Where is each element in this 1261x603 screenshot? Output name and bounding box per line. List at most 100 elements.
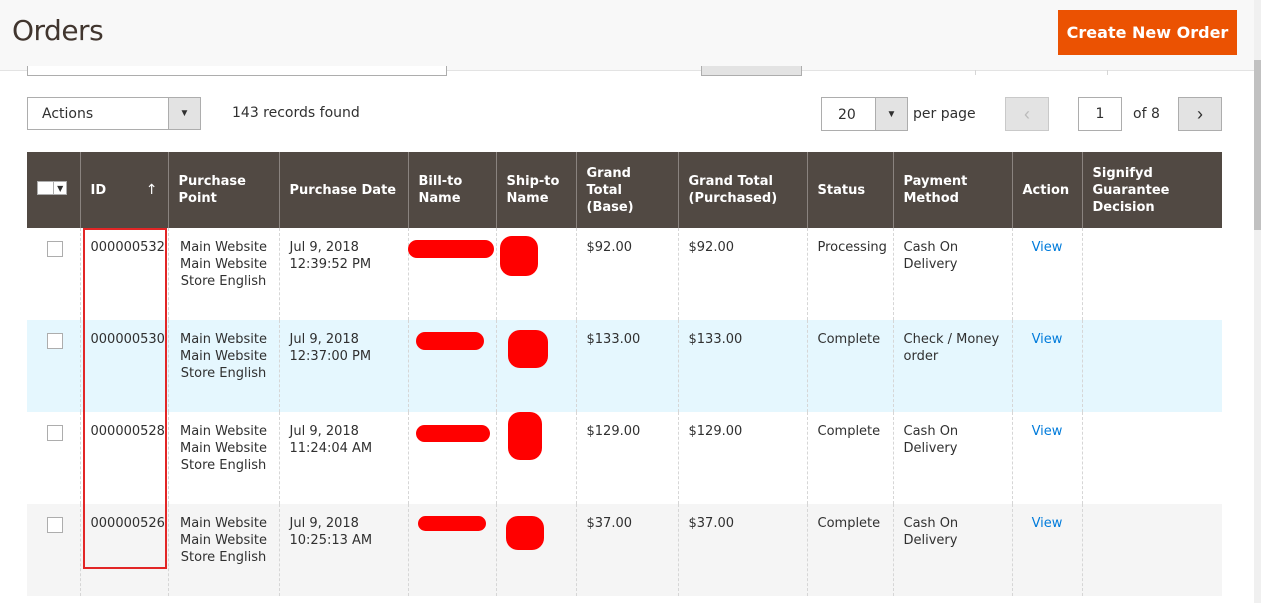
signifyd-decision: [1081, 320, 1222, 412]
table-row[interactable]: 000000528 Main Website Main Website Stor…: [27, 412, 1222, 504]
redaction-mark: [418, 516, 486, 531]
grand-total-base: $129.00: [575, 412, 678, 504]
column-header-payment-method[interactable]: Payment Method: [892, 152, 1012, 228]
row-checkbox[interactable]: [47, 333, 63, 349]
payment-method: Cash On Delivery: [892, 412, 1012, 504]
page-number-input[interactable]: 1: [1078, 97, 1122, 131]
previous-page-button[interactable]: ‹: [1005, 97, 1049, 131]
search-input[interactable]: [27, 66, 447, 76]
grand-total-base: $92.00: [575, 228, 678, 320]
grand-total-base: $133.00: [575, 320, 678, 412]
order-status: Complete: [806, 412, 893, 504]
signifyd-decision: [1081, 412, 1222, 504]
action-cell: View: [1011, 412, 1082, 504]
payment-method: Check / Money order: [892, 320, 1012, 412]
row-select-cell: [27, 504, 80, 596]
order-status: Complete: [806, 504, 893, 596]
toolbar-divider: [975, 70, 976, 75]
row-checkbox[interactable]: [47, 517, 63, 533]
chevron-down-icon: ▼: [53, 182, 66, 194]
per-page-value: 20: [838, 107, 856, 123]
next-page-button[interactable]: ›: [1178, 97, 1222, 131]
column-header-grand-total-purchased[interactable]: Grand Total (Purchased): [677, 152, 807, 228]
view-link[interactable]: View: [1032, 424, 1063, 439]
page-header: Orders Create New Order: [0, 0, 1254, 71]
redaction-mark: [408, 240, 494, 258]
order-id: 000000530: [79, 320, 168, 412]
view-link[interactable]: View: [1032, 332, 1063, 347]
chevron-down-icon[interactable]: ▼: [168, 98, 200, 129]
view-link[interactable]: View: [1032, 516, 1063, 531]
column-header-purchase-date[interactable]: Purchase Date: [278, 152, 408, 228]
order-id: 000000526: [79, 504, 168, 596]
actions-label: Actions: [42, 106, 94, 122]
purchase-date: Jul 9, 2018 10:25:13 AM: [278, 504, 408, 596]
records-count: 143 records found: [232, 105, 360, 121]
row-select-cell: [27, 412, 80, 504]
column-header-action: Action: [1011, 152, 1082, 228]
row-checkbox[interactable]: [47, 425, 63, 441]
grand-total-purchased: $92.00: [677, 228, 807, 320]
row-select-cell: [27, 320, 80, 412]
grid-header-row: ▼ ID ↑ Purchase Point Purchase Date Bill-…: [27, 152, 1222, 228]
row-select-cell: [27, 228, 80, 320]
action-cell: View: [1011, 228, 1082, 320]
column-header-ship-to-name[interactable]: Ship-to Name: [495, 152, 576, 228]
purchase-point: Main Website Main Website Store English: [167, 228, 279, 320]
actions-dropdown[interactable]: Actions ▼: [27, 97, 201, 130]
grand-total-base: $37.00: [575, 504, 678, 596]
chevron-left-icon: ‹: [1024, 103, 1030, 124]
order-id: 000000528: [79, 412, 168, 504]
payment-method: Cash On Delivery: [892, 228, 1012, 320]
view-link[interactable]: View: [1032, 240, 1063, 255]
redaction-mark: [416, 425, 490, 442]
column-header-id[interactable]: ID ↑: [79, 152, 168, 228]
arrow-up-icon: ↑: [145, 181, 158, 198]
create-new-order-button[interactable]: Create New Order: [1058, 10, 1237, 55]
table-row[interactable]: 000000532 Main Website Main Website Stor…: [27, 228, 1222, 320]
payment-method: Cash On Delivery: [892, 504, 1012, 596]
filters-button[interactable]: [701, 66, 802, 76]
column-header-status[interactable]: Status: [806, 152, 893, 228]
toolbar-divider: [1107, 70, 1108, 75]
grand-total-purchased: $37.00: [677, 504, 807, 596]
purchase-date: Jul 9, 2018 11:24:04 AM: [278, 412, 408, 504]
redaction-mark: [508, 330, 548, 368]
table-row[interactable]: 000000526 Main Website Main Website Stor…: [27, 504, 1222, 596]
signifyd-decision: [1081, 228, 1222, 320]
column-header-grand-total-base[interactable]: Grand Total (Base): [575, 152, 678, 228]
per-page-label: per page: [913, 106, 976, 122]
action-cell: View: [1011, 320, 1082, 412]
page-scrollbar[interactable]: [1254, 0, 1261, 603]
purchase-date: Jul 9, 2018 12:39:52 PM: [278, 228, 408, 320]
per-page-dropdown[interactable]: 20 ▼: [821, 97, 908, 131]
column-header-bill-to-name[interactable]: Bill-to Name: [407, 152, 496, 228]
order-status: Complete: [806, 320, 893, 412]
redaction-mark: [506, 516, 544, 550]
mass-select-checkbox[interactable]: ▼: [37, 181, 67, 195]
order-id: 000000532: [79, 228, 168, 320]
redaction-mark: [500, 236, 538, 276]
chevron-right-icon: ›: [1197, 103, 1203, 124]
column-header-signifyd-decision[interactable]: Signifyd Guarantee Decision: [1081, 152, 1222, 228]
orders-grid: ▼ ID ↑ Purchase Point Purchase Date Bill-…: [27, 152, 1222, 596]
page-title: Orders: [12, 14, 104, 47]
select-all-column: ▼: [27, 152, 80, 228]
purchase-date: Jul 9, 2018 12:37:00 PM: [278, 320, 408, 412]
purchase-point: Main Website Main Website Store English: [167, 412, 279, 504]
redaction-mark: [416, 332, 484, 350]
purchase-point: Main Website Main Website Store English: [167, 320, 279, 412]
column-header-purchase-point[interactable]: Purchase Point: [167, 152, 279, 228]
grand-total-purchased: $133.00: [677, 320, 807, 412]
scrollbar-thumb[interactable]: [1254, 60, 1261, 230]
action-cell: View: [1011, 504, 1082, 596]
table-row[interactable]: 000000530 Main Website Main Website Stor…: [27, 320, 1222, 412]
signifyd-decision: [1081, 504, 1222, 596]
purchase-point: Main Website Main Website Store English: [167, 504, 279, 596]
total-pages: of 8: [1133, 106, 1160, 122]
order-status: Processing: [806, 228, 893, 320]
row-checkbox[interactable]: [47, 241, 63, 257]
chevron-down-icon[interactable]: ▼: [875, 98, 907, 130]
redaction-mark: [508, 412, 542, 460]
grand-total-purchased: $129.00: [677, 412, 807, 504]
